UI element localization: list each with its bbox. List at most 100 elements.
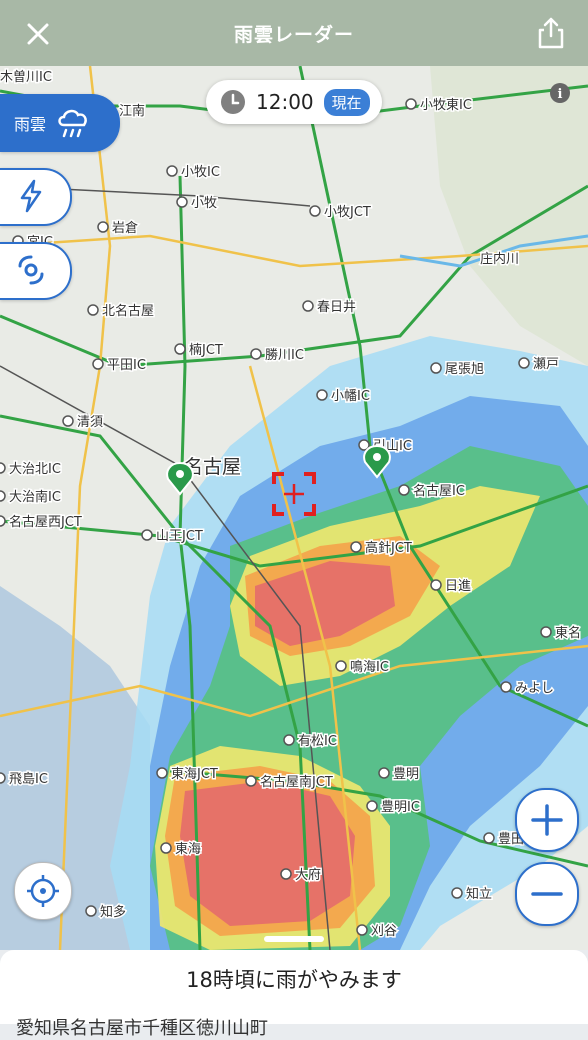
place-name: 山王JCT — [156, 529, 203, 544]
place-name: 高針JCT — [365, 540, 412, 556]
typhoon-icon — [18, 255, 44, 285]
layer-button-lightning[interactable] — [0, 168, 72, 226]
forecast-sheet[interactable]: 18時頃に雨がやみます 愛知県名古屋市千種区徳川山町 — [0, 936, 588, 1039]
place-name: 知立 — [466, 886, 492, 902]
place-label: 名古屋南JCT — [245, 773, 334, 792]
place-name: 江南 — [119, 103, 145, 119]
place-name: 東海 — [175, 841, 201, 857]
place-marker — [141, 529, 153, 541]
place-marker — [430, 362, 442, 374]
time-value: 12:00 — [256, 90, 314, 114]
place-name: 春日井 — [317, 300, 356, 315]
location-target-icon — [27, 875, 59, 907]
place-marker — [398, 484, 410, 496]
place-label: 大治北IC — [0, 461, 62, 479]
place-marker — [0, 515, 6, 527]
sheet-handle[interactable] — [264, 936, 324, 942]
place-name: 東名 — [555, 625, 581, 641]
place-marker — [176, 196, 188, 208]
place-name: 飛島IC — [9, 772, 48, 787]
place-marker — [0, 462, 6, 474]
current-location-button[interactable] — [14, 862, 72, 920]
place-name: 平田IC — [107, 358, 146, 373]
place-name: 清須 — [77, 415, 103, 430]
place-marker — [62, 415, 74, 427]
place-name: 楠JCT — [189, 343, 223, 358]
place-name: 小牧IC — [181, 165, 220, 180]
place-marker — [85, 905, 97, 917]
place-label: 名古屋西JCT — [0, 513, 83, 532]
place-name: 有松IC — [298, 734, 337, 749]
place-name: 岩倉 — [112, 221, 138, 236]
radar-map[interactable]: 木曽川IC江南小牧IC小牧岩倉小牧JCT小牧東IC庄内川宮IC春日井北名古屋楠J… — [0, 66, 588, 950]
place-label: 大治南IC — [0, 488, 62, 507]
place-name: 大治南IC — [9, 489, 61, 505]
place-name: 勝川IC — [265, 348, 304, 363]
place-marker — [0, 490, 6, 502]
place-name: 豊明 — [393, 767, 419, 782]
place-name: 尾張旭 — [445, 362, 484, 377]
place-marker — [302, 300, 314, 312]
place-marker — [405, 98, 417, 110]
layer-button-typhoon[interactable] — [0, 242, 72, 300]
place-marker — [500, 681, 512, 693]
place-name: 大治北IC — [9, 462, 61, 477]
place-marker — [378, 767, 390, 779]
place-marker — [350, 541, 362, 553]
place-label: 庄内川 — [479, 250, 521, 269]
place-name: 名古屋南JCT — [260, 774, 333, 790]
place-marker — [166, 165, 178, 177]
place-name: 北名古屋 — [102, 303, 154, 319]
minus-icon — [531, 892, 563, 896]
rain-cloud-icon — [58, 109, 87, 138]
now-badge: 現在 — [323, 88, 370, 116]
close-icon[interactable] — [22, 18, 54, 50]
page-title: 雨雲レーダー — [233, 23, 354, 46]
place-marker — [540, 626, 552, 638]
place-marker — [156, 767, 168, 779]
place-name: 庄内川 — [480, 251, 519, 267]
zoom-in-button[interactable] — [515, 788, 579, 852]
clock-icon — [221, 90, 245, 114]
place-marker — [366, 800, 378, 812]
place-name: 刈谷 — [371, 924, 397, 939]
place-marker — [518, 357, 530, 369]
place-name: 瀬戸 — [533, 357, 559, 372]
place-marker — [309, 205, 321, 217]
place-name: 東海JCT — [171, 766, 218, 782]
place-name: 知多 — [100, 904, 126, 920]
zoom-out-button[interactable] — [515, 862, 579, 926]
place-name: 名古屋西JCT — [9, 514, 82, 530]
place-label: 木曽川IC — [0, 69, 53, 87]
place-name: みよし — [515, 681, 554, 696]
radar-red-area-south — [180, 781, 355, 926]
place-name: 大府 — [295, 868, 321, 883]
layer-button-rain[interactable]: 雨雲 — [0, 94, 120, 152]
place-marker — [316, 389, 328, 401]
place-marker — [483, 832, 495, 844]
info-icon[interactable]: i — [549, 82, 571, 104]
place-name: 豊明IC — [381, 800, 420, 815]
place-marker — [174, 343, 186, 355]
lightning-icon — [20, 179, 42, 213]
place-marker — [87, 304, 99, 316]
place-name: 小牧 — [191, 196, 217, 211]
place-name: 鳴海IC — [350, 660, 389, 675]
plus-icon — [531, 804, 563, 836]
layer-label-rain: 雨雲 — [14, 115, 47, 134]
forecast-message: 18時頃に雨がやみます — [186, 968, 402, 992]
time-indicator[interactable]: 12:00 現在 — [206, 80, 382, 124]
place-marker — [451, 887, 463, 899]
place-marker — [245, 775, 257, 787]
place-marker — [160, 842, 172, 854]
share-icon[interactable] — [536, 16, 566, 50]
place-marker — [356, 924, 368, 936]
header-bar: 雨雲レーダー — [0, 0, 588, 66]
place-name: 小牧東IC — [420, 97, 472, 113]
place-marker — [335, 660, 347, 672]
place-name: 小幡IC — [331, 389, 370, 404]
place-marker — [250, 348, 262, 360]
place-marker — [97, 221, 109, 233]
place-name: 日進 — [445, 579, 471, 594]
forecast-address: 愛知県名古屋市千種区徳川山町 — [16, 1018, 268, 1039]
